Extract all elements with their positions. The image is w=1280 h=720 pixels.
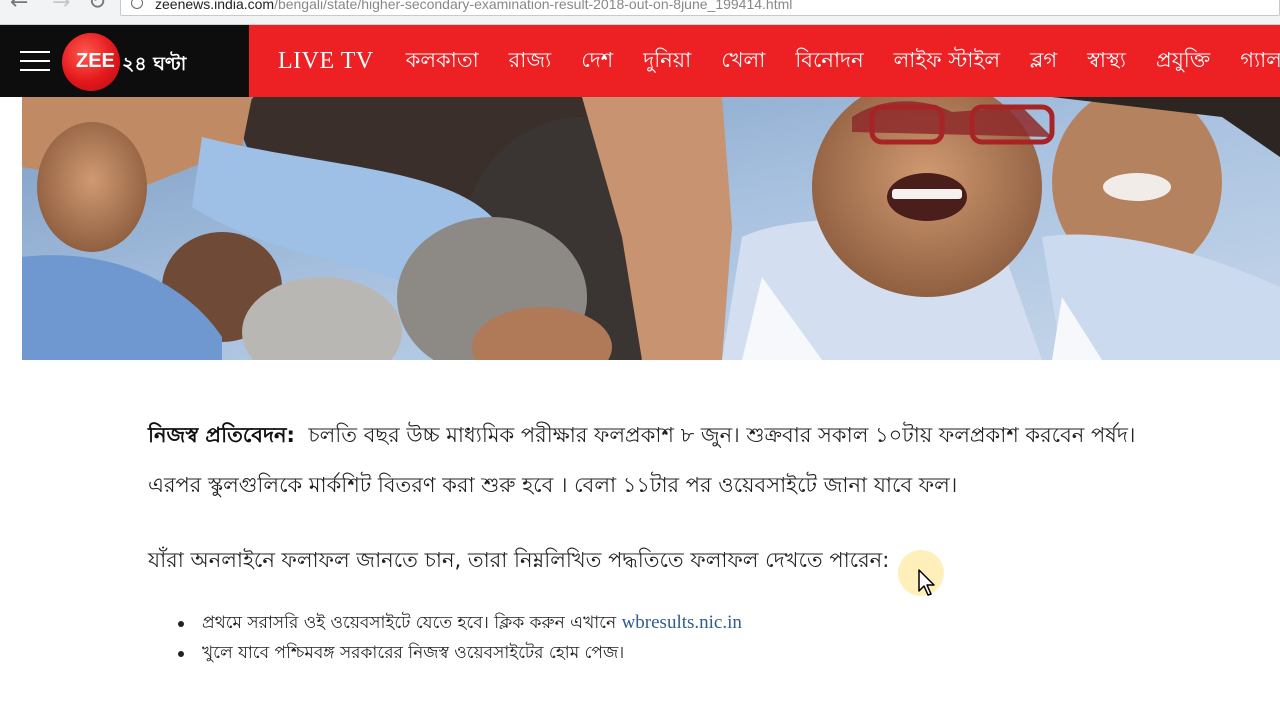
nav-item-technology[interactable]: প্রযুক্তি [1156,44,1210,79]
article-paragraph-2: যাঁরা অনলাইনে ফলাফল জানতে চান, তারা নিম্… [148,548,890,572]
nav-item-state[interactable]: রাজ্য [509,44,552,79]
article-hero-image [22,97,1280,360]
article-paragraph-1-text: চলতি বছর উচ্চ মাধ্যমিক পরীক্ষার ফলপ্রকাশ… [148,423,1136,497]
address-bar[interactable]: zeenews.india.com/bengali/state/higher-s… [120,0,1280,16]
list-item: খুলে যাবে পশ্চিমবঙ্গ সরকারের নিজস্ব ওয়ে… [148,638,1148,668]
list-item-text: খুলে যাবে পশ্চিমবঙ্গ সরকারের নিজস্ব ওয়ে… [202,643,625,663]
info-icon[interactable] [131,0,143,9]
url-host: zeenews.india.com [155,0,275,12]
instruction-list: প্রথমে সরাসরি ওই ওয়েবসাইটে যেতে হবে। ক্… [148,608,1148,668]
nav-item-kolkata[interactable]: কলকাতা [406,44,479,79]
logo-suffix: ২৪ ঘণ্টা [122,53,187,75]
nav-item-lifestyle[interactable]: লাইফ স্টাইল [894,44,1000,79]
back-arrow-icon[interactable]: ← [10,0,28,15]
nav-item-health[interactable]: স্বাস্থ্য [1087,44,1126,79]
logo-brand: ZEE [76,50,115,72]
nav-item-entertainment[interactable]: বিনোদন [795,44,863,79]
article-lead: নিজস্ব প্রতিবেদন: [148,423,295,447]
nav-item-blog[interactable]: ব্লগ [1030,44,1057,79]
url-text: zeenews.india.com/bengali/state/higher-s… [155,0,792,12]
nav-item-world[interactable]: দুনিয়া [643,44,691,79]
mouse-pointer-icon [918,569,935,596]
nav-item-gallery[interactable]: গ্যাল [1240,44,1280,79]
list-item-text: প্রথমে সরাসরি ওই ওয়েবসাইটে যেতে হবে। ক্… [202,613,617,633]
bullet-icon [178,621,184,627]
nav-item-live-tv[interactable]: LIVE TV [278,48,374,75]
site-logo[interactable]: ZEE ২৪ ঘণ্টা [62,33,252,91]
reload-icon[interactable]: ↻ [88,0,106,15]
nav-item-sports[interactable]: খেলা [721,44,765,79]
wbresults-link[interactable]: wbresults.nic.in [622,612,742,633]
forward-arrow-icon[interactable]: → [52,0,70,15]
bullet-icon [178,651,184,657]
url-path: /bengali/state/higher-secondary-examinat… [274,0,793,12]
article-paragraph-1: নিজস্ব প্রতিবেদন: চলতি বছর উচ্চ মাধ্যমিক… [148,410,1148,510]
hamburger-menu-icon[interactable] [20,51,50,73]
nav-item-country[interactable]: দেশ [581,44,613,79]
list-item: প্রথমে সরাসরি ওই ওয়েবসাইটে যেতে হবে। ক্… [148,608,1148,638]
celebrating-students-photo [22,97,1280,360]
site-header: ZEE ২৪ ঘণ্টা LIVE TV কলকাতা রাজ্য দেশ দু… [0,25,1280,97]
header-brand-area: ZEE ২৪ ঘণ্টা [0,25,249,97]
article-body: নিজস্ব প্রতিবেদন: চলতি বছর উচ্চ মাধ্যমিক… [148,410,1148,668]
main-nav: LIVE TV কলকাতা রাজ্য দেশ দুনিয়া খেলা বি… [262,25,1280,97]
browser-toolbar: ← → ↻ zeenews.india.com/bengali/state/hi… [0,0,1280,25]
